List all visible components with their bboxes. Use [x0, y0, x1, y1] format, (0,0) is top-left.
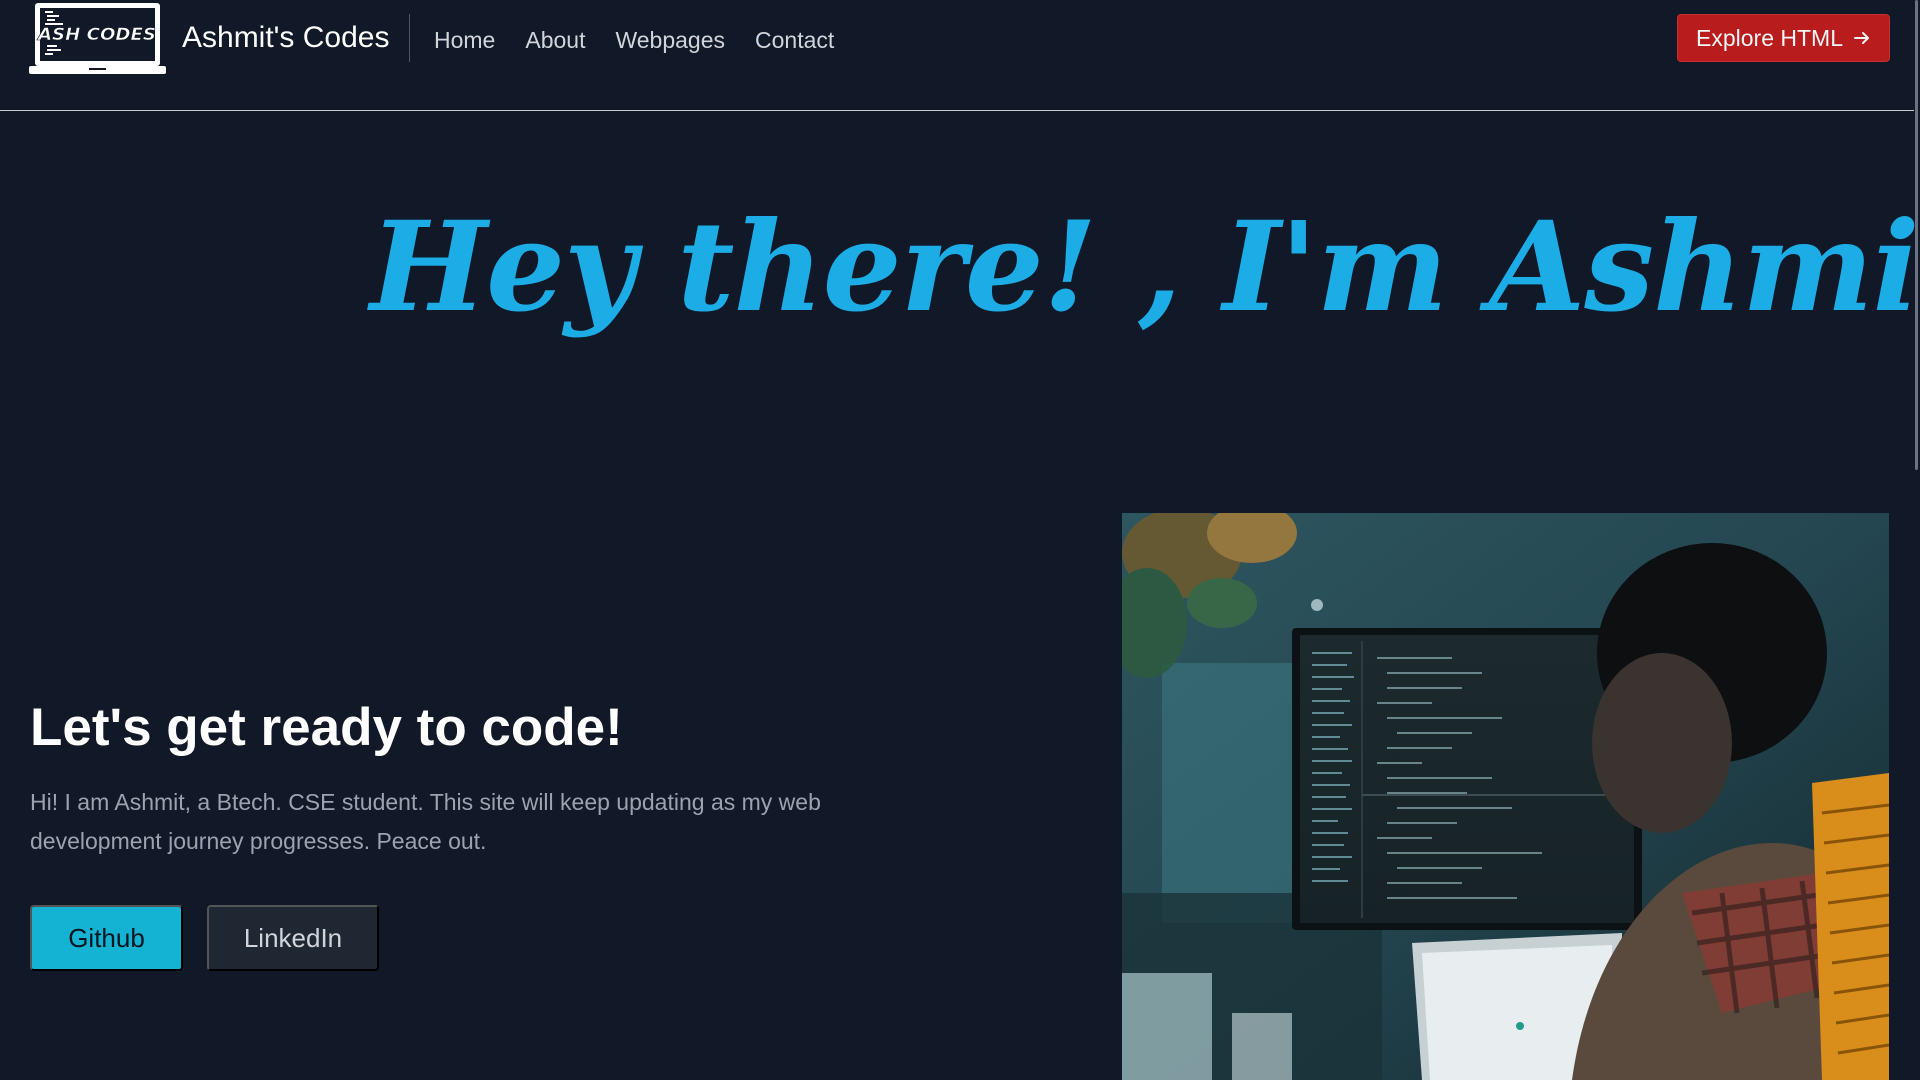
nav-item-contact: Contact — [755, 27, 834, 54]
navbar-divider — [409, 14, 410, 62]
page: ASH CODES Ashmit's Codes Home About Webp… — [0, 0, 1920, 1080]
brand-name[interactable]: Ashmit's Codes — [182, 21, 389, 55]
nav-item-webpages: Webpages — [615, 27, 725, 54]
nav-item-about: About — [525, 27, 585, 54]
hero-heading: Hey there! , I'm Ashmit — [370, 195, 1920, 340]
nav-link-about[interactable]: About — [525, 27, 585, 53]
explore-html-label: Explore HTML — [1696, 24, 1843, 51]
explore-html-button[interactable]: Explore HTML — [1677, 14, 1890, 62]
scrollbar-track[interactable] — [1914, 0, 1920, 1080]
github-button[interactable]: Github — [30, 905, 183, 971]
hero-photo-programmer-at-monitor — [1122, 513, 1889, 1080]
intro-text: Hi! I am Ashmit, a Btech. CSE student. T… — [30, 789, 821, 854]
linkedin-button[interactable]: LinkedIn — [207, 905, 379, 971]
navbar: ASH CODES Ashmit's Codes Home About Webp… — [0, 0, 1920, 111]
brand-logo-link[interactable]: ASH CODES — [29, 2, 166, 76]
intro-title: Let's get ready to code! — [30, 698, 623, 757]
nav-link-webpages[interactable]: Webpages — [615, 27, 725, 53]
nav-links: Home About Webpages Contact — [434, 20, 834, 60]
nav-link-home[interactable]: Home — [434, 27, 495, 53]
laptop-logo-icon: ASH CODES — [29, 3, 166, 74]
photo-illustration — [1122, 513, 1889, 1080]
nav-link-contact[interactable]: Contact — [755, 27, 834, 53]
nav-item-home: Home — [434, 27, 495, 54]
logo-text: ASH CODES — [36, 25, 156, 45]
arrow-right-icon — [1853, 32, 1869, 44]
